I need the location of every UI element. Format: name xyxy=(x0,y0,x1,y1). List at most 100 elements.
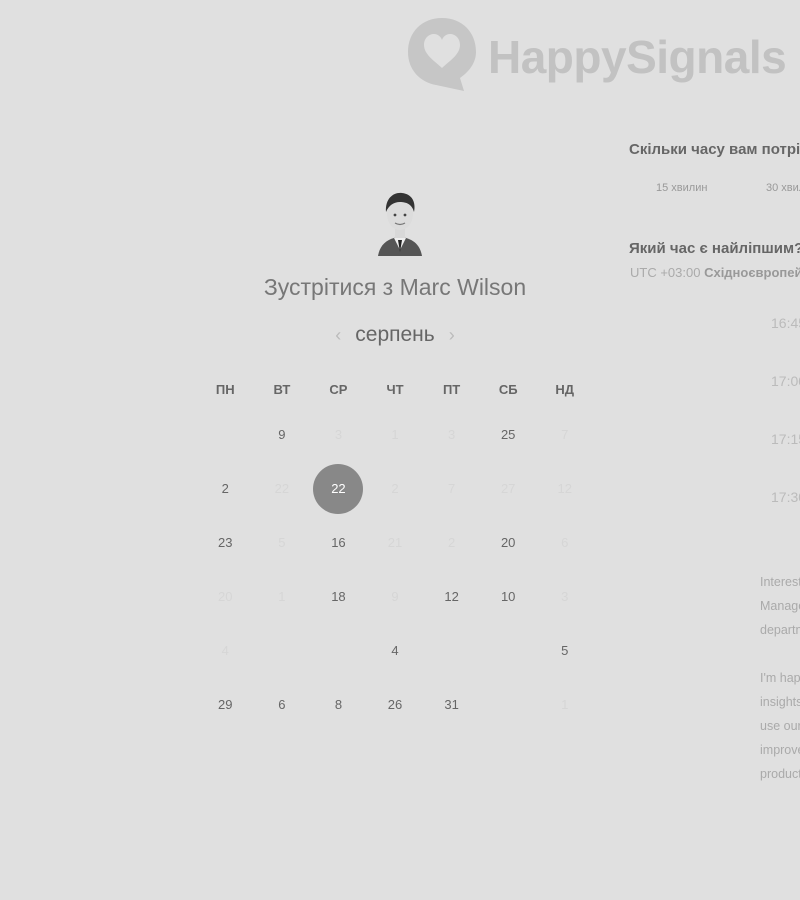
bio-line: Interested in IT Service xyxy=(760,575,800,589)
calendar-day[interactable]: 18 xyxy=(310,570,367,624)
time-slot[interactable]: 16:45 xyxy=(771,315,800,331)
calendar-day: 3 xyxy=(536,570,593,624)
day-number: 20 xyxy=(500,535,516,550)
bio-line: use our solution to xyxy=(760,719,800,733)
calendar-week: 29 6 8 26 31 1 xyxy=(197,678,593,732)
calendar-day[interactable]: 20 xyxy=(480,516,537,570)
calendar-day[interactable]: 16 xyxy=(310,516,367,570)
day-number: 22 xyxy=(274,481,290,496)
time-slot[interactable]: 17:30 xyxy=(771,489,800,505)
day-number: 1 xyxy=(391,427,399,442)
calendar-day xyxy=(480,678,537,732)
weekday-label: СБ xyxy=(498,381,518,397)
calendar-day: 2 xyxy=(423,516,480,570)
day-number: 1 xyxy=(278,589,286,604)
weekday-header: ПН ВТ СР ЧТ ПТ СБ НД xyxy=(197,370,593,408)
calendar-day: 1 xyxy=(536,678,593,732)
calendar-day[interactable]: 4 xyxy=(367,624,424,678)
calendar-day xyxy=(310,624,367,678)
day-number: 8 xyxy=(334,697,343,712)
duration-option-15[interactable]: 15 хвилин xyxy=(656,182,707,194)
bio-line: productivity. xyxy=(760,767,800,781)
calendar-day[interactable]: 6 xyxy=(254,678,311,732)
month-navigator: ‹ серпень › xyxy=(310,320,480,350)
calendar-day: 6 xyxy=(536,516,593,570)
calendar-day[interactable]: 23 xyxy=(197,516,254,570)
calendar-day[interactable]: 31 xyxy=(423,678,480,732)
calendar-day[interactable]: 8 xyxy=(310,678,367,732)
calendar-day: 5 xyxy=(254,516,311,570)
calendar-day: 3 xyxy=(310,408,367,462)
calendar-day: 4 xyxy=(197,624,254,678)
calendar-week: 20 1 18 9 12 10 3 xyxy=(197,570,593,624)
month-label: серпень xyxy=(355,323,435,346)
day-number: 20 xyxy=(218,589,233,604)
day-number: 3 xyxy=(447,427,456,442)
calendar-day: 22 xyxy=(254,462,311,516)
day-number: 27 xyxy=(500,481,516,496)
day-number: 26 xyxy=(387,697,403,712)
calendar-day[interactable]: 29 xyxy=(197,678,254,732)
calendar-day: 21 xyxy=(367,516,424,570)
calendar-day[interactable]: 5 xyxy=(536,624,593,678)
calendar-day: 3 xyxy=(423,408,480,462)
day-number: 4 xyxy=(221,643,229,658)
day-number: 25 xyxy=(500,427,516,442)
calendar-day: 1 xyxy=(254,570,311,624)
weekday-label: ВТ xyxy=(273,381,291,397)
day-number: 16 xyxy=(331,535,346,550)
day-number: 5 xyxy=(561,643,569,658)
calendar-day[interactable]: 9 xyxy=(254,408,311,462)
timezone-name: Східноєвропейський час xyxy=(704,265,800,280)
chevron-left-icon[interactable]: ‹ xyxy=(335,325,341,346)
calendar-week: 4 4 5 xyxy=(197,624,593,678)
calendar-day xyxy=(254,624,311,678)
calendar-grid: ПН ВТ СР ЧТ ПТ СБ НД 9 3 1 3 25 7 2 22 22 2 7 27 12 23 5 16 21… xyxy=(197,370,593,732)
day-number: 2 xyxy=(221,481,229,496)
day-number: 9 xyxy=(278,427,286,442)
time-slot[interactable]: 17:15 xyxy=(771,431,800,447)
weekday-label: СР xyxy=(329,381,348,397)
time-question: Який час є найліпшим? xyxy=(629,240,800,257)
timezone-offset: UTC +03:00 xyxy=(630,265,701,280)
day-number: 12 xyxy=(444,589,459,604)
calendar-day: 20 xyxy=(197,570,254,624)
day-number: 10 xyxy=(500,589,516,604)
calendar-week: 2 22 22 2 7 27 12 xyxy=(197,462,593,516)
calendar-day[interactable]: 25 xyxy=(480,408,537,462)
calendar-week: 9 3 1 3 25 7 xyxy=(197,408,593,462)
calendar-week: 23 5 16 21 2 20 6 xyxy=(197,516,593,570)
calendar-day: 2 xyxy=(367,462,424,516)
calendar-day[interactable]: 10 xyxy=(480,570,537,624)
bio-line: improve your IT xyxy=(760,743,800,757)
calendar-day[interactable]: 12 xyxy=(423,570,480,624)
day-number: 4 xyxy=(391,643,399,658)
day-number: 3 xyxy=(334,427,343,442)
day-number: 7 xyxy=(447,481,456,496)
avatar xyxy=(372,190,428,256)
chevron-right-icon[interactable]: › xyxy=(449,325,455,346)
calendar-day: 9 xyxy=(367,570,424,624)
day-number: 3 xyxy=(561,589,569,604)
timezone-selector[interactable]: UTC +03:00 Східноєвропейський час xyxy=(630,265,800,280)
duration-option-30[interactable]: 30 хвилин xyxy=(766,182,800,194)
weekday-label: НД xyxy=(555,381,575,397)
day-number: 31 xyxy=(444,697,459,712)
calendar-day xyxy=(423,624,480,678)
bio-line: departments work? xyxy=(760,623,800,637)
day-number: 2 xyxy=(447,535,456,550)
bio-line: Management and how IT xyxy=(760,599,800,613)
booking-panel: Скільки часу вам потрібно? 15 хвилин 30 … xyxy=(629,0,800,900)
calendar-day: 7 xyxy=(423,462,480,516)
day-number: 18 xyxy=(331,589,346,604)
calendar-day[interactable]: 26 xyxy=(367,678,424,732)
weekday-label: ЧТ xyxy=(386,381,404,397)
host-bio: Interested in IT Service Management and … xyxy=(760,570,800,810)
calendar-day[interactable]: 2 xyxy=(197,462,254,516)
calendar-day-selected[interactable]: 22 xyxy=(310,462,367,516)
calendar-weeks: 9 3 1 3 25 7 2 22 22 2 7 27 12 23 5 16 21 2 20 6 20 1 18 9 12 10 3… xyxy=(197,408,593,732)
time-slot[interactable]: 17:00 xyxy=(771,373,800,389)
calendar-day: 7 xyxy=(536,408,593,462)
weekday-label: ПН xyxy=(215,381,235,397)
day-number: 12 xyxy=(557,481,572,496)
